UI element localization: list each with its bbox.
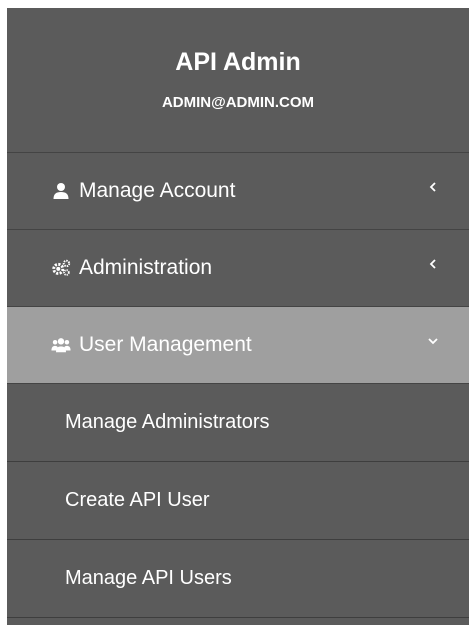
menu-item-manage-account[interactable]: Manage Account: [7, 153, 469, 230]
menu-item-label: Administration: [79, 256, 213, 279]
menu-item-label: Manage Account: [79, 179, 236, 202]
menu-item-label: User Management: [79, 333, 252, 356]
chevron-left-icon: [429, 259, 436, 269]
user-icon: [51, 181, 71, 201]
submenu-item-manage-api-users[interactable]: Manage API Users: [7, 540, 469, 618]
users-icon: [51, 335, 71, 355]
profile-name: API Admin: [175, 48, 301, 76]
sidebar: API Admin ADMIN@ADMIN.COM Manage Account…: [7, 8, 469, 625]
submenu-item-create-api-user[interactable]: Create API User: [7, 462, 469, 540]
menu-item-user-management[interactable]: User Management: [7, 307, 469, 384]
gears-icon: [51, 258, 71, 278]
profile-header: API Admin ADMIN@ADMIN.COM: [7, 8, 469, 153]
chevron-left-icon: [429, 182, 436, 192]
menu-item-administration[interactable]: Administration: [7, 230, 469, 307]
user-management-submenu: Manage Administrators Create API User Ma…: [7, 384, 469, 618]
profile-email: ADMIN@ADMIN.COM: [161, 94, 315, 111]
submenu-item-manage-administrators[interactable]: Manage Administrators: [7, 384, 469, 462]
chevron-down-icon: [428, 338, 438, 345]
